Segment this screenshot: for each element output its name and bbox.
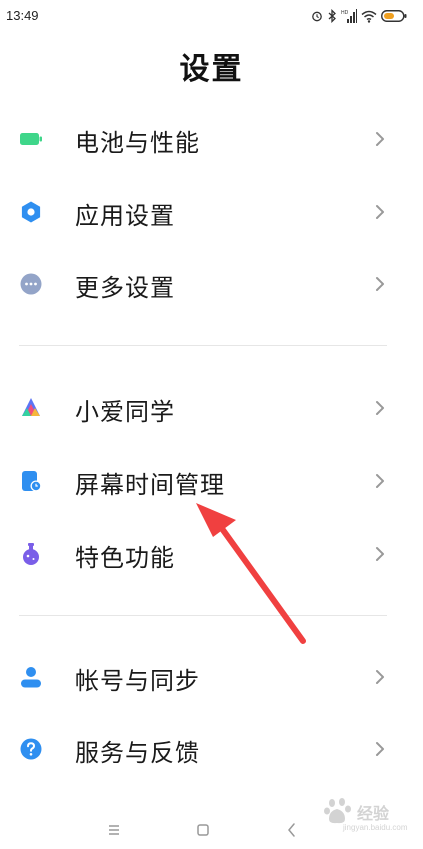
settings-item-label: 小爱同学 <box>75 398 175 426</box>
settings-item-label: 电池与性能 <box>75 129 200 157</box>
settings-item-label: 屏幕时间管理 <box>75 471 225 499</box>
battery-performance-icon <box>20 133 42 145</box>
chevron-right-icon <box>376 132 384 146</box>
account-icon <box>21 667 41 688</box>
help-icon <box>20 738 42 760</box>
chevron-right-icon <box>376 742 384 756</box>
settings-item-label: 帐号与同步 <box>75 667 200 695</box>
settings-item-label: 特色功能 <box>75 544 175 572</box>
chevron-right-icon <box>376 205 384 219</box>
settings-item-app-settings[interactable]: 应用设置 <box>0 184 423 240</box>
more-dots-icon <box>20 273 42 295</box>
settings-item-battery-performance[interactable]: 电池与性能 <box>0 111 423 167</box>
xiaoai-icon <box>22 398 40 416</box>
settings-item-label: 应用设置 <box>75 202 175 230</box>
settings-item-label: 更多设置 <box>75 274 175 302</box>
chevron-right-icon <box>376 277 384 291</box>
watermark: 经验 jingyan.baidu.com <box>321 796 407 840</box>
settings-item-special-features[interactable]: 特色功能 <box>0 526 423 582</box>
chevron-right-icon <box>376 670 384 684</box>
settings-item-xiaoai[interactable]: 小爱同学 <box>0 380 423 436</box>
chevron-right-icon <box>376 474 384 488</box>
baidu-paw-logo <box>324 798 351 824</box>
screen-time-icon <box>22 471 42 492</box>
gear-icon <box>21 201 41 223</box>
settings-item-service-feedback[interactable]: 服务与反馈 <box>0 721 423 777</box>
settings-item-account-sync[interactable]: 帐号与同步 <box>0 649 423 705</box>
settings-item-screen-time[interactable]: 屏幕时间管理 <box>0 453 423 509</box>
settings-list: 电池与性能 应用设置 更多设置 小爱同学 屏幕时间管理 特色功能 帐号与同步 服… <box>0 0 423 849</box>
back-icon[interactable] <box>282 820 302 840</box>
settings-item-more-settings[interactable]: 更多设置 <box>0 256 423 312</box>
section-divider <box>19 615 387 616</box>
flask-icon <box>23 543 39 565</box>
chevron-right-icon <box>376 547 384 561</box>
chevron-right-icon <box>376 401 384 415</box>
settings-item-label: 服务与反馈 <box>75 739 200 767</box>
section-divider <box>19 345 387 346</box>
watermark-url: jingyan.baidu.com <box>343 823 408 832</box>
home-icon[interactable] <box>193 820 213 840</box>
watermark-text: 经验 <box>357 804 390 823</box>
menu-icon[interactable] <box>104 820 124 840</box>
